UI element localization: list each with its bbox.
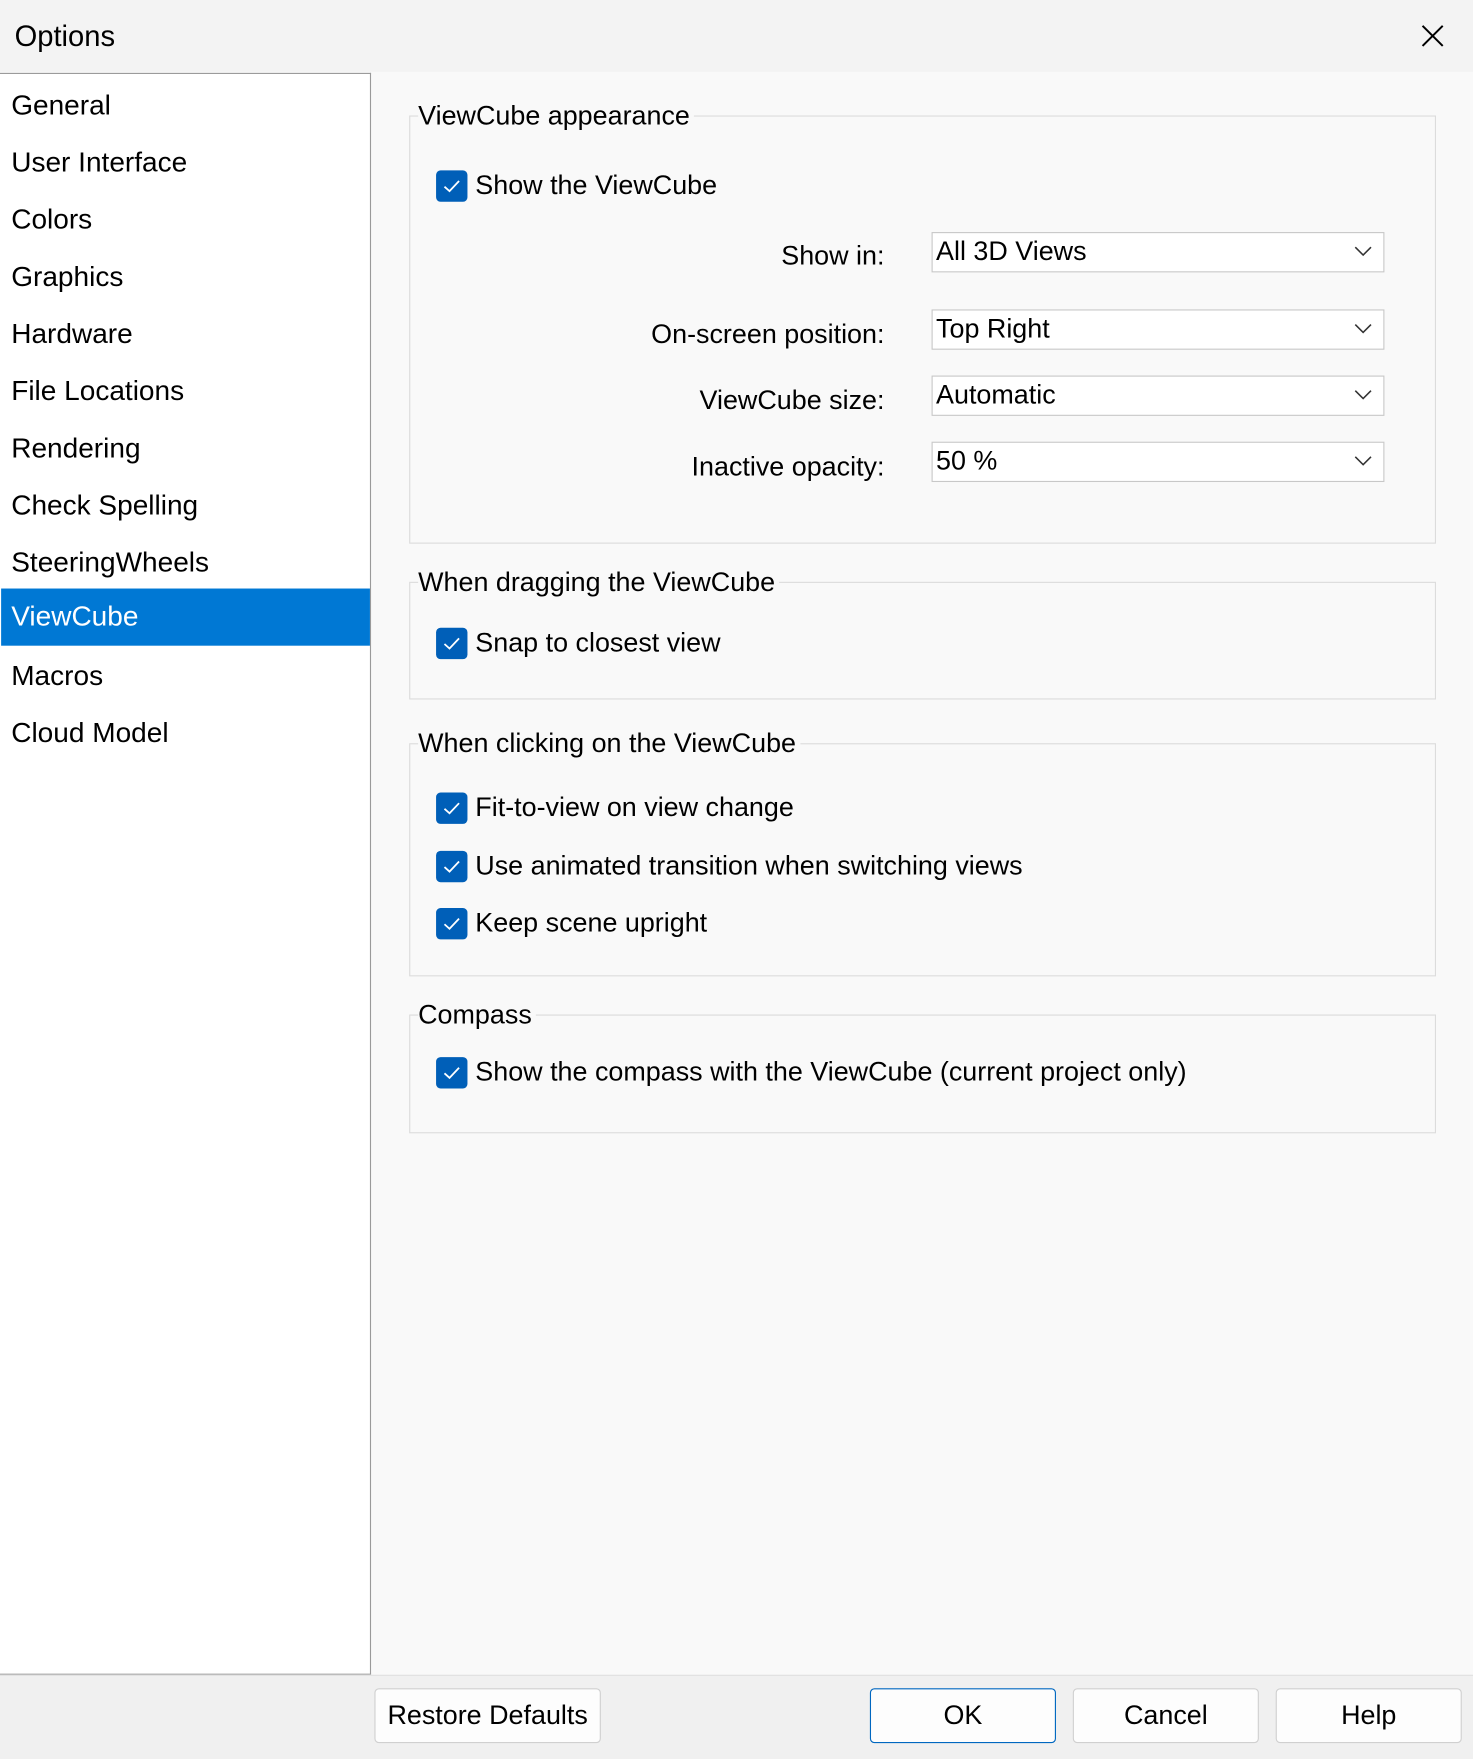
size-dropdown[interactable]: Automatic <box>931 375 1385 416</box>
snap-checkbox[interactable] <box>436 627 468 660</box>
checkmark-icon <box>443 918 460 930</box>
sidebar-item-viewcube[interactable]: ViewCube <box>1 588 370 646</box>
keep-upright-checkbox[interactable] <box>436 908 468 940</box>
checkmark-icon <box>443 802 460 815</box>
show-viewcube-checkbox[interactable] <box>436 170 468 202</box>
show-in-dropdown[interactable]: All 3D Views <box>931 232 1385 273</box>
show-viewcube-label: Show the ViewCube <box>475 170 718 201</box>
sidebar-item-macros[interactable]: Macros <box>1 648 370 705</box>
sidebar: General User Interface Colors Graphics H… <box>0 72 372 1675</box>
sidebar-item-general[interactable]: General <box>1 77 370 134</box>
chevron-down-icon <box>1354 323 1372 334</box>
group-legend: When dragging the ViewCube <box>418 566 780 600</box>
dropdown-value: 50 % <box>936 446 998 477</box>
sidebar-item-colors[interactable]: Colors <box>1 192 370 249</box>
checkmark-icon <box>443 180 460 193</box>
checkmark-icon <box>443 637 460 650</box>
sidebar-item-check-spelling[interactable]: Check Spelling <box>1 478 370 535</box>
show-compass-checkbox[interactable] <box>436 1057 468 1089</box>
chevron-down-icon <box>1354 390 1372 400</box>
sidebar-item-rendering[interactable]: Rendering <box>1 420 370 477</box>
close-icon <box>1421 25 1444 47</box>
sidebar-item-cloud-model[interactable]: Cloud Model <box>1 705 370 762</box>
sidebar-item-steeringwheels[interactable]: SteeringWheels <box>1 535 370 592</box>
position-dropdown[interactable]: Top Right <box>931 309 1385 350</box>
group-legend: When clicking on the ViewCube <box>418 727 801 762</box>
title-bar: Options <box>0 0 1473 72</box>
sidebar-item-graphics[interactable]: Graphics <box>1 249 370 306</box>
group-legend: ViewCube appearance <box>418 99 695 134</box>
close-button[interactable] <box>1415 18 1451 54</box>
sidebar-item-file-locations[interactable]: File Locations <box>1 363 370 420</box>
dropdown-value: Automatic <box>936 380 1056 411</box>
show-in-label: Show in: <box>781 241 885 272</box>
animated-transition-checkbox[interactable] <box>436 850 468 883</box>
position-label: On-screen position: <box>651 319 885 350</box>
restore-defaults-button[interactable]: Restore Defaults <box>374 1688 601 1744</box>
show-compass-label: Show the compass with the ViewCube (curr… <box>475 1057 1187 1088</box>
size-label: ViewCube size: <box>699 385 885 416</box>
checkmark-icon <box>443 860 460 873</box>
chevron-down-icon <box>1354 456 1372 466</box>
dropdown-value: Top Right <box>936 313 1050 345</box>
options-dialog: Options General User Interface Colors Gr… <box>0 0 1473 1759</box>
opacity-dropdown[interactable]: 50 % <box>931 441 1385 483</box>
animated-transition-label: Use animated transition when switching v… <box>475 850 1023 882</box>
ok-button[interactable]: OK <box>869 1688 1056 1744</box>
sidebar-item-user-interface[interactable]: User Interface <box>1 135 370 192</box>
opacity-label: Inactive opacity: <box>691 451 885 483</box>
dropdown-value: All 3D Views <box>936 236 1087 267</box>
checkmark-icon <box>443 1067 460 1080</box>
group-legend: Compass <box>418 998 537 1033</box>
fit-to-view-label: Fit-to-view on view change <box>475 792 794 823</box>
help-button[interactable]: Help <box>1275 1688 1462 1744</box>
sidebar-item-hardware[interactable]: Hardware <box>1 306 370 363</box>
keep-upright-label: Keep scene upright <box>475 908 708 939</box>
cancel-button[interactable]: Cancel <box>1072 1688 1259 1744</box>
fit-to-view-checkbox[interactable] <box>436 792 468 824</box>
chevron-down-icon <box>1354 246 1372 257</box>
dialog-title: Options <box>14 19 116 53</box>
snap-label: Snap to closest view <box>475 627 721 659</box>
